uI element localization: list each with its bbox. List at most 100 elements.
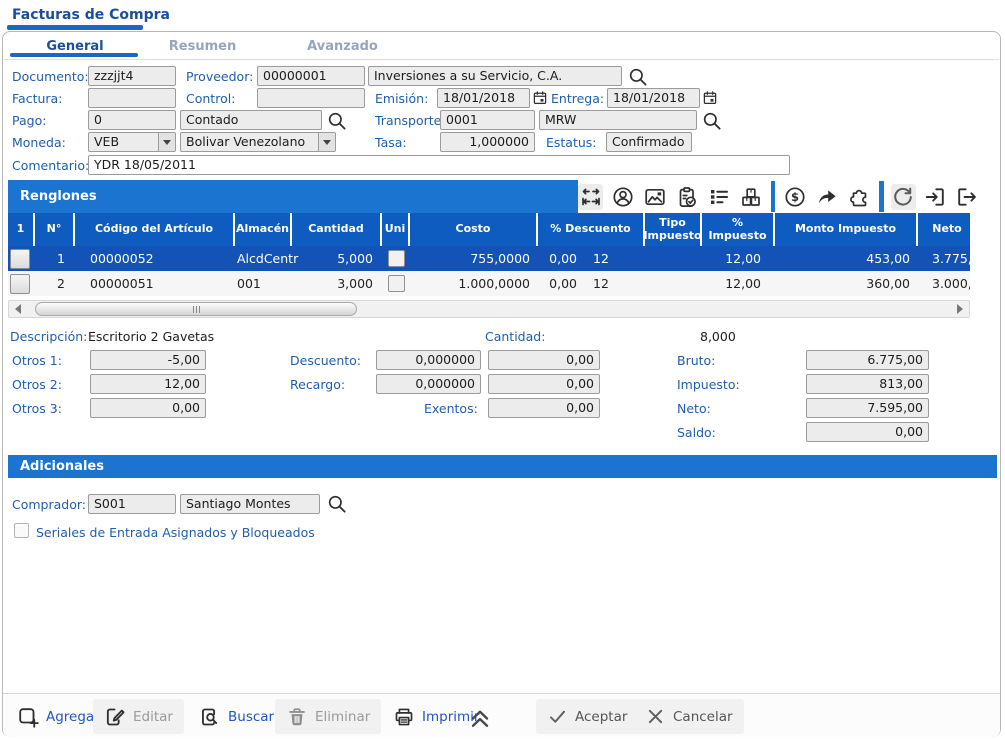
column-header-numero[interactable]: N°: [35, 213, 75, 246]
aceptar-button[interactable]: Aceptar: [536, 699, 638, 734]
cancelar-label: Cancelar: [673, 709, 733, 725]
transporte-label: Transporte:: [375, 113, 446, 128]
column-header-monto-impuesto[interactable]: Monto Impuesto: [775, 213, 918, 246]
cantidad-value: 8,000: [700, 329, 736, 344]
recargo-pct-field[interactable]: 0,000000: [376, 374, 481, 394]
currency-dollar-icon[interactable]: $: [782, 184, 807, 210]
eliminar-button[interactable]: Eliminar: [275, 699, 381, 734]
emision-label: Emisión:: [375, 91, 428, 106]
pago-code-field[interactable]: 0: [88, 110, 176, 130]
comprador-code-field[interactable]: S001: [88, 494, 176, 514]
renglones-title: Renglones: [20, 189, 97, 204]
factura-label: Factura:: [12, 91, 62, 106]
seriales-checkbox[interactable]: [14, 523, 29, 538]
pago-name-field[interactable]: Contado: [180, 110, 322, 130]
import-icon[interactable]: [923, 184, 948, 210]
moneda-code-select[interactable]: VEB: [88, 132, 176, 152]
adicionales-title: Adicionales: [20, 459, 104, 474]
refresh-icon[interactable]: [891, 184, 916, 210]
column-header-almacen[interactable]: Almacén: [235, 213, 292, 246]
moneda-label: Moneda:: [12, 135, 66, 150]
comprador-search-icon[interactable]: [326, 493, 348, 515]
neto-field: 7.595,00: [806, 398, 929, 418]
descuento-monto-field[interactable]: 0,00: [488, 350, 600, 370]
tab-general[interactable]: General: [30, 39, 120, 54]
proveedor-search-icon[interactable]: [627, 66, 649, 88]
recargo-monto-field[interactable]: 0,00: [488, 374, 600, 394]
table-row[interactable]: 1 00000052 AlcdCentr 5,000 755,0000 0,00…: [8, 246, 970, 271]
entrega-calendar-icon[interactable]: [701, 88, 719, 108]
column-header-selector[interactable]: 1: [8, 213, 35, 246]
renglones-toolbar: $: [578, 180, 980, 213]
horizontal-scrollbar[interactable]: [8, 300, 970, 318]
page-title-underline: [7, 25, 143, 30]
column-header-uni[interactable]: Uni: [382, 213, 410, 246]
fit-columns-icon[interactable]: [578, 184, 603, 210]
otros2-field[interactable]: 12,00: [90, 374, 206, 394]
cell-pct-impuesto: 12,00: [702, 271, 775, 296]
uni-checkbox[interactable]: [388, 250, 405, 267]
forward-arrow-icon[interactable]: [815, 184, 840, 210]
transporte-code-field[interactable]: 0001: [440, 110, 535, 130]
exentos-field[interactable]: 0,00: [488, 398, 600, 418]
table-row[interactable]: 2 00000051 001 3,000 1.000,0000 0,00 12 …: [8, 271, 970, 296]
cell-costo: 755,0000: [410, 246, 538, 271]
scrollbar-thumb[interactable]: [35, 302, 357, 316]
row-selector[interactable]: [10, 249, 30, 269]
user-icon[interactable]: [610, 184, 635, 210]
comentario-field[interactable]: YDR 18/05/2011: [88, 155, 790, 175]
control-field[interactable]: [257, 88, 365, 108]
estatus-field[interactable]: Confirmado: [606, 132, 692, 152]
cancelar-button[interactable]: Cancelar: [634, 699, 744, 734]
moneda-name-select[interactable]: Bolivar Venezolano: [180, 132, 336, 152]
scroll-right-icon[interactable]: [952, 301, 968, 317]
buscar-button[interactable]: Buscar: [188, 699, 285, 734]
tab-avanzado[interactable]: Avanzado: [295, 39, 390, 54]
entrega-date-field[interactable]: 18/01/2018: [607, 88, 700, 108]
column-header-codigo[interactable]: Código del Artículo: [75, 213, 235, 246]
image-icon[interactable]: [642, 184, 667, 210]
tab-resumen[interactable]: Resumen: [155, 39, 250, 54]
row-cell: [382, 246, 410, 271]
chevron-down-icon[interactable]: [318, 133, 335, 151]
column-header-tipo-impuesto[interactable]: Tipo Impuesto: [645, 213, 702, 246]
emision-date-field[interactable]: 18/01/2018: [437, 88, 530, 108]
column-header-neto[interactable]: Neto: [918, 213, 970, 246]
toolbar-separator: [879, 181, 884, 212]
clipboard-check-icon[interactable]: [674, 184, 699, 210]
descuento-label: Descuento:: [290, 353, 361, 368]
list-icon[interactable]: [706, 184, 731, 210]
editar-button[interactable]: Editar: [93, 699, 184, 734]
column-header-costo[interactable]: Costo: [410, 213, 538, 246]
proveedor-code-field[interactable]: 00000001: [257, 66, 365, 86]
estatus-label: Estatus:: [546, 135, 597, 150]
packages-icon[interactable]: [739, 184, 764, 210]
active-tab-underline: [10, 53, 138, 57]
collapse-actions-icon[interactable]: [464, 699, 496, 734]
cell-numero: 1: [35, 246, 75, 271]
emision-calendar-icon[interactable]: [531, 88, 549, 108]
scroll-left-icon[interactable]: [10, 301, 26, 317]
descuento-pct-field[interactable]: 0,000000: [376, 350, 481, 370]
cantidad-label: Cantidad:: [485, 329, 545, 344]
transporte-name-field[interactable]: MRW: [539, 110, 697, 130]
proveedor-name-field[interactable]: Inversiones a su Servicio, C.A.: [368, 66, 622, 86]
row-selector[interactable]: [10, 274, 30, 294]
otros1-field[interactable]: -5,00: [90, 350, 206, 370]
tasa-field[interactable]: 1,000000: [440, 132, 535, 152]
otros3-field[interactable]: 0,00: [90, 398, 206, 418]
row-cell: [8, 271, 35, 296]
column-header-pct-impuesto[interactable]: % Impuesto: [702, 213, 775, 246]
chevron-down-icon[interactable]: [158, 133, 175, 151]
export-icon[interactable]: [955, 184, 980, 210]
transporte-search-icon[interactable]: [701, 110, 723, 132]
pago-search-icon[interactable]: [326, 110, 348, 132]
puzzle-icon[interactable]: [847, 184, 872, 210]
column-header-cantidad[interactable]: Cantidad: [292, 213, 382, 246]
column-header-descuento[interactable]: % Descuento: [538, 213, 645, 246]
factura-field[interactable]: [88, 88, 176, 108]
documento-field[interactable]: zzzjjt4: [88, 66, 176, 86]
comprador-name-field[interactable]: Santiago Montes: [180, 494, 320, 514]
uni-checkbox[interactable]: [388, 275, 405, 292]
cell-tipo-impuesto: 12: [593, 271, 650, 296]
